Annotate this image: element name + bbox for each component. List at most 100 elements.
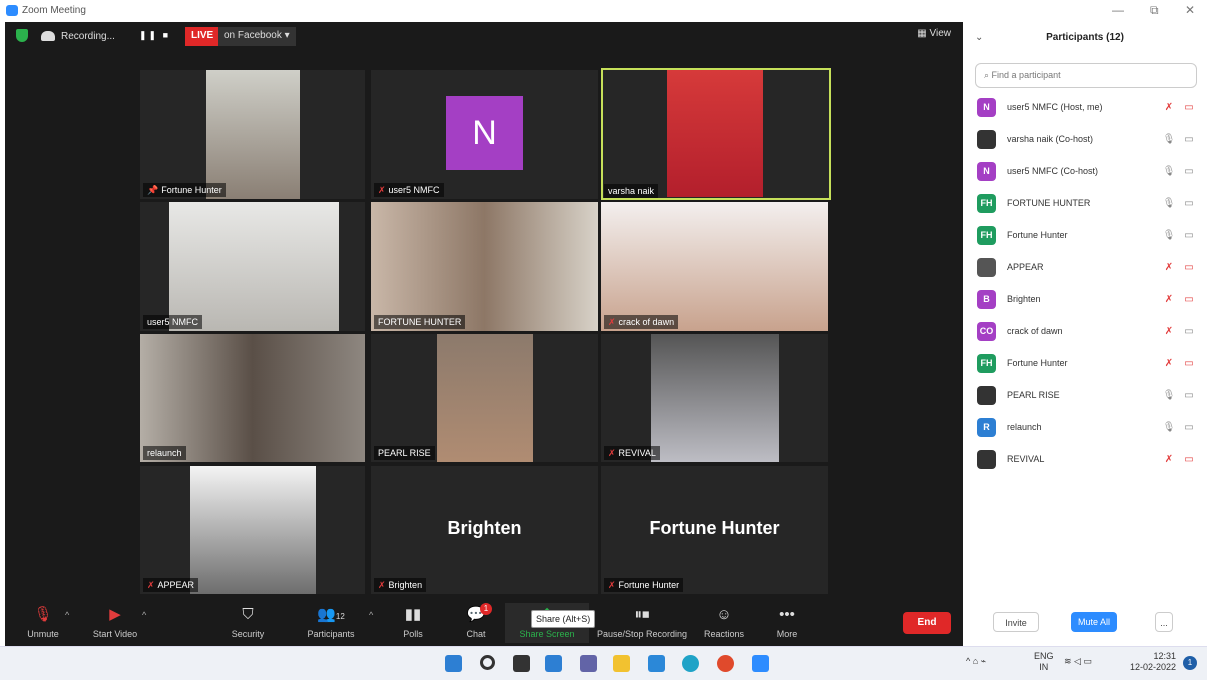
participants-button[interactable]: 👥12 Participants [293,606,369,639]
chat-button[interactable]: 💬 1 Chat [438,603,514,639]
video-tile[interactable]: ✗ REVIVAL [601,334,828,462]
participant-row[interactable]: FH Fortune Hunter 🎙 ▭ [977,223,1199,247]
mic-icon[interactable]: 🎙 [1159,134,1179,145]
more-button[interactable]: ••• More [749,606,825,639]
video-tile[interactable]: relaunch [140,334,365,462]
participant-search-input[interactable]: ⌕ Find a participant [975,63,1197,88]
mic-icon[interactable]: 🎙 [1159,390,1179,401]
participant-video [190,466,316,594]
participants-caret[interactable]: ^ [369,610,373,620]
reactions-label: Reactions [703,629,745,639]
video-tile[interactable]: 📌 Fortune Hunter [140,70,365,199]
mic-muted-icon: ✗ [608,447,616,458]
mic-muted-icon[interactable]: ✗ [1159,454,1179,465]
security-button[interactable]: ⛉ Security [210,606,286,639]
audio-options-caret[interactable]: ^ [65,610,69,620]
video-tile[interactable]: ✗ crack of dawn [601,202,828,331]
live-target-dropdown[interactable]: on Facebook ▾ [218,27,296,46]
notification-icon[interactable]: 1 [1183,656,1197,670]
panel-more-button[interactable]: ... [1155,612,1173,632]
mic-icon[interactable]: 🎙 [1159,422,1179,433]
video-icon[interactable]: ▭ [1179,390,1199,401]
video-tile[interactable]: PEARL RISE [371,334,598,462]
participants-label: Participants [307,629,355,639]
mic-muted-icon[interactable]: ✗ [1159,102,1179,113]
video-icon[interactable]: ▭ [1179,230,1199,241]
windows-start-icon[interactable] [445,655,462,672]
tile-big-name: Fortune Hunter [649,518,780,538]
view-button[interactable]: ▦ View [917,28,951,39]
minimize-icon[interactable]: — [1112,3,1124,17]
video-tile-active-speaker[interactable]: varsha naik [601,68,831,200]
language-indicator[interactable]: ENG IN [1034,651,1054,673]
video-icon[interactable]: ▭ [1179,326,1199,337]
video-tile[interactable]: Brighten ✗ Brighten [371,466,598,594]
participant-name: relaunch [1007,422,1042,432]
recording-indicator[interactable]: Recording... [41,27,115,45]
participant-row[interactable]: B Brighten ✗ ▭ [977,287,1199,311]
clock[interactable]: 12:31 12-02-2022 [1126,651,1176,673]
mic-icon[interactable]: 🎙 [1159,230,1179,241]
security-shield-icon[interactable] [16,29,28,42]
video-off-icon[interactable]: ▭ [1179,102,1199,113]
participant-row[interactable]: FH Fortune Hunter ✗ ▭ [977,351,1199,375]
pause-stop-recording-button[interactable]: ⏸⏹ Pause/Stop Recording [587,606,697,639]
mic-muted-icon[interactable]: ✗ [1159,326,1179,337]
video-off-icon[interactable]: ▭ [1179,294,1199,305]
zoom-taskbar-icon[interactable] [752,655,769,672]
participant-row[interactable]: PEARL RISE 🎙 ▭ [977,383,1199,407]
video-icon[interactable]: ▭ [1179,134,1199,145]
video-off-icon[interactable]: ▭ [1179,358,1199,369]
participant-row[interactable]: varsha naik (Co-host) 🎙 ▭ [977,127,1199,151]
participants-icon: 👥12 [317,606,345,623]
end-meeting-button[interactable]: End [903,612,951,634]
mic-icon[interactable]: 🎙 [1159,198,1179,209]
video-icon[interactable]: ▭ [1179,198,1199,209]
restore-icon[interactable]: ⧉ [1150,3,1159,18]
edge-icon[interactable] [682,655,699,672]
participant-row[interactable]: Nuser5 NMFC (Co-host) 🎙 ▭ [977,159,1199,183]
mic-muted-icon: ✗ [608,579,616,590]
participant-row[interactable]: Rrelaunch 🎙 ▭ [977,415,1199,439]
video-tile[interactable]: user5 NMFC [140,202,365,331]
video-tile[interactable]: Fortune Hunter ✗ Fortune Hunter [601,466,828,594]
tray-chevron-icon[interactable]: ^ ⌂ ⌁ [966,656,986,667]
invite-button[interactable]: Invite [993,612,1039,632]
participant-row[interactable]: REVIVAL ✗ ▭ [977,447,1199,471]
participant-row[interactable]: Nuser5 NMFC (Host, me) ✗ ▭ [977,95,1199,119]
participant-row[interactable]: CO crack of dawn ✗ ▭ [977,319,1199,343]
video-off-icon[interactable]: ▭ [1179,454,1199,465]
close-icon[interactable]: ✕ [1185,3,1195,17]
video-tile[interactable]: FORTUNE HUNTER [371,202,598,331]
video-tile[interactable]: N ✗ user5 NMFC [371,70,598,199]
search-icon[interactable] [480,655,495,670]
tile-name-label: relaunch [143,446,186,460]
participant-row[interactable]: APPEAR ✗ ▭ [977,255,1199,279]
participant-row[interactable]: FH FORTUNE HUNTER 🎙 ▭ [977,191,1199,215]
photos-icon[interactable] [648,655,665,672]
mic-icon[interactable]: 🎙 [1159,166,1179,177]
wifi-volume-battery-icon[interactable]: ≋ ◁ ▭ [1064,656,1092,667]
mic-muted-icon[interactable]: ✗ [1159,358,1179,369]
mute-all-button[interactable]: Mute All [1071,612,1117,632]
task-view-icon[interactable] [513,655,530,672]
teams-icon[interactable] [580,655,597,672]
video-options-caret[interactable]: ^ [142,610,146,620]
video-off-icon[interactable]: ▭ [1179,262,1199,273]
widgets-icon[interactable] [545,655,562,672]
mic-muted-icon[interactable]: ✗ [1159,294,1179,305]
office-icon[interactable] [717,655,734,672]
view-label: View [929,28,952,39]
chat-badge: 1 [480,603,492,615]
mic-muted-icon: ✗ [147,579,155,590]
file-explorer-icon[interactable] [613,655,630,672]
video-tile[interactable]: ✗ APPEAR [140,466,365,594]
avatar [977,257,996,277]
zoom-app: Zoom Meeting — ⧉ ✕ Recording... ❚❚ ■ LIV… [0,0,1207,680]
unmute-button[interactable]: 🎙 Unmute [5,606,81,639]
mic-muted-icon[interactable]: ✗ [1159,262,1179,273]
pause-stop-record-icon[interactable]: ❚❚ ■ [139,30,170,41]
video-icon[interactable]: ▭ [1179,422,1199,433]
video-icon[interactable]: ▭ [1179,166,1199,177]
participants-count: 12 [335,612,345,621]
